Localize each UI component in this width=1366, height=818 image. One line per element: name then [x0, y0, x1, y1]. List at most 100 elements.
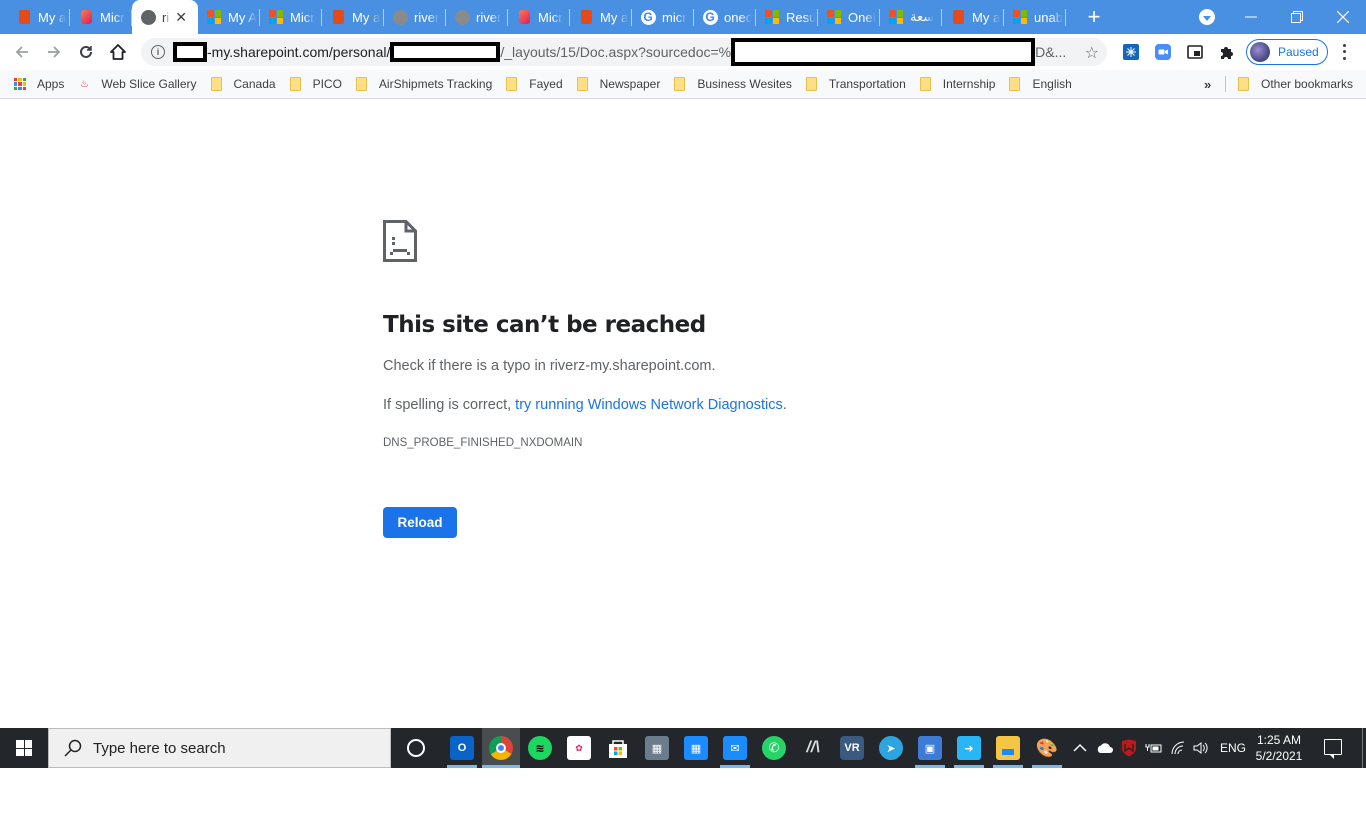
control-panel-icon[interactable]: ▣ [918, 736, 942, 760]
tab[interactable]: My a [942, 0, 1004, 34]
cortana-button[interactable] [407, 739, 425, 757]
bookmark-item[interactable]: Newspaper [576, 77, 661, 91]
new-tab-button[interactable]: + [1080, 4, 1108, 30]
tab[interactable]: Gmicr [632, 0, 694, 34]
onedrive-button[interactable] [1096, 728, 1114, 768]
pip-icon [1187, 45, 1203, 59]
mcafee-button[interactable] [1121, 728, 1137, 768]
calculator-icon[interactable]: ▦ [645, 736, 669, 760]
chrome-icon[interactable] [489, 736, 513, 760]
start-button[interactable] [0, 728, 48, 768]
reload-button[interactable]: Reload [383, 507, 457, 538]
tab-search-button[interactable] [1199, 9, 1215, 25]
bookmark-item[interactable]: Fayed [506, 77, 563, 91]
bookmark-item[interactable]: Transportation [805, 77, 906, 91]
address-bar[interactable]: i -my.sharepoint.com/personal/ /_layouts… [141, 38, 1107, 66]
tab[interactable]: Gonec [694, 0, 756, 34]
info-icon[interactable]: i [151, 45, 165, 59]
tab-title: My A [228, 9, 257, 25]
picture-in-picture-button[interactable] [1186, 43, 1204, 61]
bookmark-label: PICO [312, 77, 342, 91]
tab[interactable]: river [446, 0, 508, 34]
tray-overflow-button[interactable] [1073, 728, 1087, 768]
remote-desktop-icon[interactable]: ➜ [957, 736, 981, 760]
calendar-icon[interactable]: ▦ [684, 736, 708, 760]
tab[interactable]: My A [198, 0, 260, 34]
profile-button[interactable]: Paused [1246, 39, 1328, 65]
bookmarks-bar: Apps ♨ Web Slice Gallery Canada PICO AirShipm… [0, 70, 1366, 99]
folder-icon [210, 77, 222, 91]
clock-date: 5/2/2021 [1255, 749, 1303, 763]
bookmark-item[interactable]: English [1009, 77, 1072, 91]
tab[interactable]: Micr [260, 0, 322, 34]
battery-button[interactable] [1145, 728, 1163, 768]
notification-center-icon[interactable] [1324, 739, 1342, 759]
extension-snowflake[interactable] [1122, 43, 1140, 61]
folder-icon [289, 77, 301, 91]
close-window-button[interactable] [1320, 0, 1366, 34]
volume-button[interactable] [1193, 728, 1209, 768]
telegram-icon[interactable]: ➤ [879, 736, 903, 760]
show-desktop-button[interactable] [1362, 728, 1363, 768]
tab[interactable]: My a [570, 0, 632, 34]
extension-zoom[interactable] [1154, 43, 1172, 61]
back-button[interactable] [6, 36, 38, 68]
bookmarks-overflow-button[interactable]: » [1204, 77, 1211, 92]
microsoft-icon [764, 9, 780, 25]
tab[interactable]: ri ✕ [132, 0, 198, 34]
app-icon[interactable]: //\ [801, 736, 825, 760]
tab[interactable]: river [384, 0, 446, 34]
taskbar-search[interactable]: Type here to search [48, 728, 391, 768]
photos-icon[interactable]: ✿ [567, 736, 591, 760]
tab[interactable]: سعة [880, 0, 942, 34]
restore-button[interactable] [1274, 0, 1320, 34]
minimize-button[interactable] [1228, 0, 1274, 34]
close-tab-icon[interactable]: ✕ [175, 9, 187, 26]
bookmark-item[interactable]: ♨ Web Slice Gallery [78, 77, 197, 91]
bookmark-item[interactable]: Apps [14, 77, 64, 91]
forward-button[interactable] [38, 36, 70, 68]
running-indicator [993, 765, 1023, 768]
url-host: -my.sharepoint.com/personal/ [207, 44, 391, 60]
reload-toolbar-button[interactable] [70, 36, 102, 68]
wifi-button[interactable] [1170, 728, 1186, 768]
speaker-icon [1193, 742, 1208, 754]
bookmark-item[interactable]: Canada [210, 77, 276, 91]
outlook-icon[interactable]: O [450, 736, 474, 760]
bookmark-star-icon[interactable]: ☆ [1085, 43, 1099, 63]
bookmark-item[interactable]: Internship [919, 77, 995, 91]
tab[interactable]: Micr [70, 0, 132, 34]
bookmark-item[interactable]: AirShipmets Tracking [355, 77, 492, 91]
whatsapp-icon[interactable]: ✆ [762, 736, 786, 760]
error-title: This site can’t be reached [383, 312, 706, 338]
tab[interactable]: My a [8, 0, 70, 34]
bookmark-other[interactable]: Other bookmarks [1238, 77, 1353, 91]
tab[interactable]: OneI [818, 0, 880, 34]
language-indicator[interactable]: ENG [1220, 728, 1246, 768]
menu-button[interactable] [1338, 42, 1350, 62]
spotify-icon[interactable]: ≋ [528, 736, 552, 760]
running-indicator [915, 765, 945, 768]
diagnostics-link[interactable]: try running Windows Network Diagnostics [515, 397, 783, 413]
mail-icon[interactable]: ✉ [723, 736, 747, 760]
tab-title: Micr [538, 9, 563, 25]
tab[interactable]: Micr [508, 0, 570, 34]
office-icon [950, 9, 966, 25]
bookmark-item[interactable]: Business Wesites [674, 77, 792, 91]
store-icon[interactable] [606, 736, 630, 760]
tab-title: unab [1034, 9, 1063, 25]
home-button[interactable] [102, 36, 134, 68]
vr-icon[interactable]: VR [840, 736, 864, 760]
bookmark-label: Newspaper [599, 77, 661, 91]
tab-title: My a [352, 9, 381, 25]
tab-title: micr [662, 9, 687, 25]
tab[interactable]: Resu [756, 0, 818, 34]
tab[interactable]: My a [322, 0, 384, 34]
paint-icon[interactable]: 🎨 [1035, 736, 1059, 760]
extensions-button[interactable] [1218, 43, 1236, 61]
clock[interactable]: 1:25 AM 5/2/2021 [1254, 732, 1304, 764]
tab[interactable]: unab [1004, 0, 1066, 34]
file-explorer-icon[interactable] [996, 736, 1020, 760]
redacted-block [731, 38, 1036, 66]
bookmark-item[interactable]: PICO [289, 77, 342, 91]
